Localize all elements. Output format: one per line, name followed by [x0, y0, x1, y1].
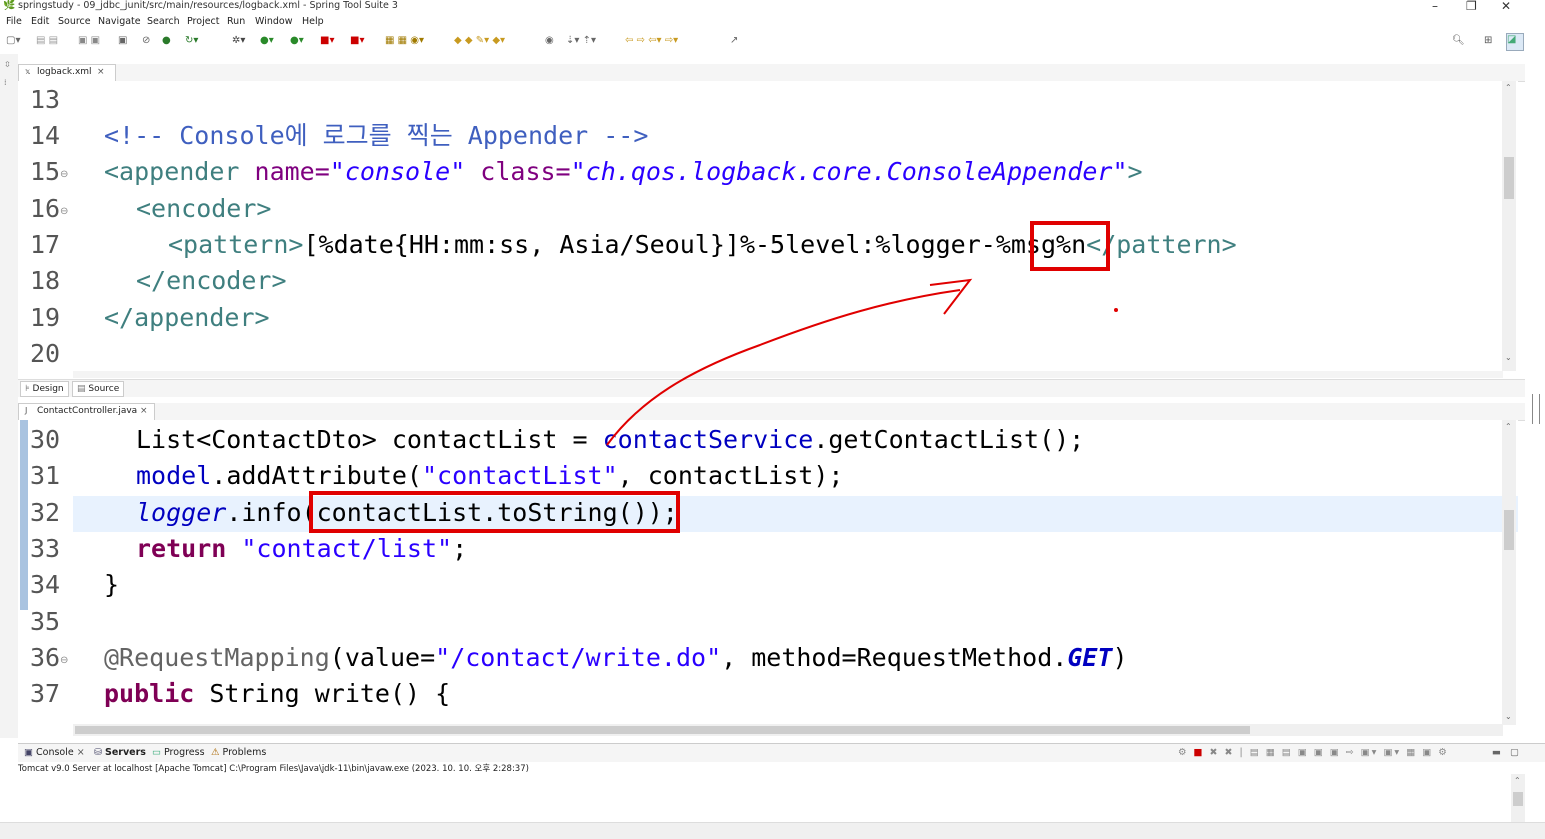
arrow-head	[929, 278, 973, 315]
annotation-dot	[1114, 308, 1118, 312]
arrow-line	[606, 289, 961, 446]
annotation-arrow	[606, 278, 1118, 446]
